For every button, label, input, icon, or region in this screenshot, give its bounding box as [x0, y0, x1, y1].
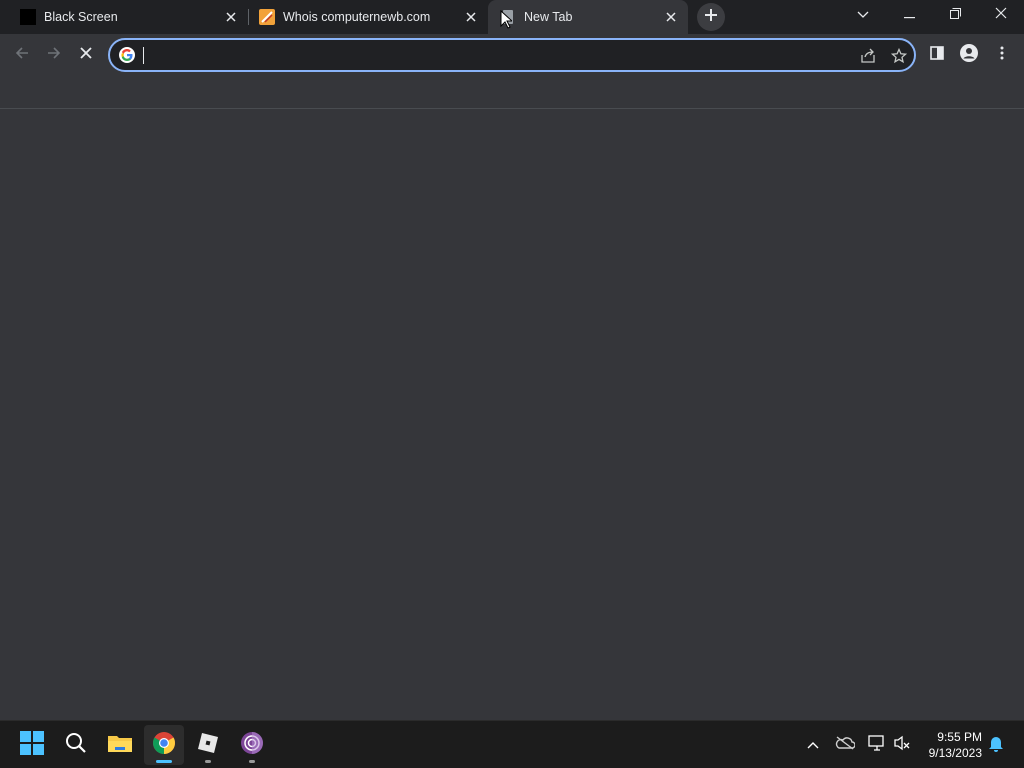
- side-panel-button[interactable]: [922, 40, 952, 70]
- start-button[interactable]: [12, 725, 52, 765]
- chevron-up-icon: [807, 736, 819, 754]
- browser-toolbar: [0, 34, 1024, 76]
- tab-title: Whois computernewb.com: [283, 10, 431, 24]
- clock-time: 9:55 PM: [937, 730, 982, 744]
- close-icon[interactable]: [224, 10, 238, 24]
- file-explorer-icon: [107, 732, 133, 759]
- tab-whois[interactable]: Whois computernewb.com: [248, 0, 488, 34]
- network-button[interactable]: [865, 733, 889, 757]
- more-menu-button[interactable]: [987, 40, 1017, 70]
- windows-start-icon: [20, 730, 44, 760]
- notifications-button[interactable]: [984, 733, 1008, 757]
- show-hidden-icons-button[interactable]: [801, 733, 825, 757]
- running-indicator: [249, 760, 255, 763]
- clock-date: 9/13/2023: [928, 746, 982, 760]
- notification-bell-icon: [988, 734, 1004, 757]
- running-indicator: [205, 760, 211, 763]
- google-g-icon: [119, 47, 135, 63]
- profile-icon: [960, 43, 978, 67]
- file-explorer-button[interactable]: [100, 725, 140, 765]
- tor-browser-icon: [240, 731, 264, 760]
- new-tab-button[interactable]: [697, 3, 725, 31]
- close-icon[interactable]: [664, 10, 678, 24]
- tab-black-screen[interactable]: Black Screen: [0, 0, 248, 34]
- more-menu-icon: [1000, 46, 1004, 65]
- minimize-icon: [903, 6, 915, 24]
- tab-title: Black Screen: [44, 10, 118, 24]
- forward-arrow-icon: [46, 45, 62, 66]
- roblox-icon: [197, 732, 219, 759]
- system-clock[interactable]: 9:55 PM 9/13/2023: [929, 729, 982, 761]
- tab-search-button[interactable]: [840, 0, 886, 30]
- restore-icon: [949, 6, 961, 24]
- close-icon: [995, 6, 1007, 24]
- plus-icon: [704, 8, 718, 27]
- tab-search-icon: [857, 6, 869, 24]
- network-icon: [868, 734, 886, 756]
- chrome-taskbar-button[interactable]: [144, 725, 184, 765]
- omnibox-input[interactable]: [142, 45, 822, 65]
- volume-button[interactable]: [890, 733, 914, 757]
- tor-browser-button[interactable]: [232, 725, 272, 765]
- close-icon[interactable]: [464, 10, 478, 24]
- tab-new-tab[interactable]: New Tab: [488, 0, 688, 34]
- profile-button[interactable]: [954, 40, 984, 70]
- share-icon[interactable]: [858, 46, 878, 66]
- page-content: [0, 109, 1024, 720]
- window-close-button[interactable]: [978, 0, 1024, 30]
- minimize-button[interactable]: [886, 0, 932, 30]
- volume-muted-icon: [893, 735, 911, 756]
- back-arrow-icon: [14, 45, 30, 66]
- onedrive-icon: [835, 735, 856, 755]
- stop-loading-icon: [79, 46, 93, 65]
- black-square-icon: [20, 9, 36, 25]
- restore-button[interactable]: [932, 0, 978, 30]
- address-bar[interactable]: [108, 38, 916, 72]
- onedrive-button[interactable]: [833, 733, 857, 757]
- bookmark-bar: [0, 76, 1024, 109]
- chrome-icon: [152, 731, 176, 760]
- windows-taskbar: 9:55 PM 9/13/2023: [0, 720, 1024, 768]
- back-button[interactable]: [7, 40, 37, 70]
- stop-loading-button[interactable]: [71, 40, 101, 70]
- forward-button[interactable]: [39, 40, 69, 70]
- side-panel-icon: [930, 45, 944, 65]
- search-icon: [65, 732, 87, 759]
- tab-strip: Black Screen Whois computernewb.com New …: [0, 0, 1024, 34]
- text-caret: [143, 47, 144, 64]
- active-indicator: [156, 760, 172, 763]
- search-button[interactable]: [56, 725, 96, 765]
- star-icon[interactable]: [889, 46, 909, 66]
- roblox-button[interactable]: [188, 725, 228, 765]
- whois-site-icon: [259, 9, 275, 25]
- mouse-pointer-icon: [500, 9, 514, 34]
